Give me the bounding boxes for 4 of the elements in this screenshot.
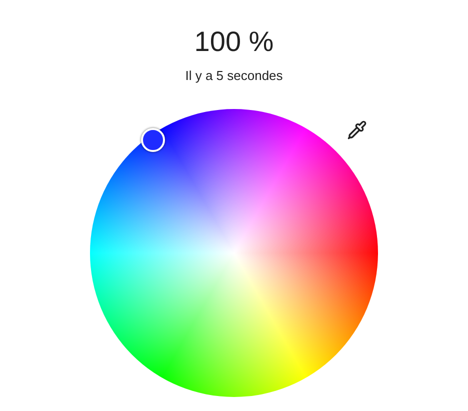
brightness-value: 100 %: [194, 25, 274, 59]
last-changed-text: Il y a 5 secondes: [185, 67, 283, 85]
eyedropper-button[interactable]: [345, 118, 369, 142]
eyedropper-icon: [347, 120, 367, 140]
